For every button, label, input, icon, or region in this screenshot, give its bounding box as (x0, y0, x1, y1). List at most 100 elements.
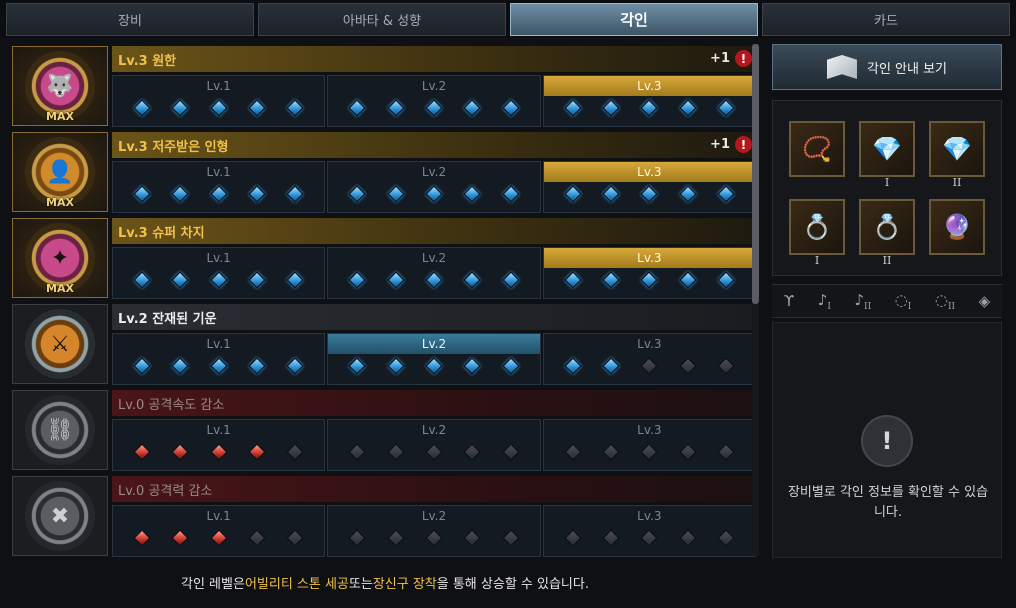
empty-gem-icon (387, 443, 405, 461)
blue-gem-icon (387, 357, 405, 375)
level-box: Lv.3 (542, 161, 756, 213)
alert-icon[interactable]: ! (735, 136, 752, 153)
filter-glyph: ◌ (894, 290, 908, 309)
engraving-row[interactable]: ⚔ Lv.2 잔재된 기운 Lv.1 Lv.2 Lv.3 (8, 302, 760, 386)
blue-gem-icon (717, 99, 735, 117)
filter-number: II (864, 301, 872, 312)
attack-power-down-icon: ✖ (25, 481, 95, 551)
empty-gem-icon (679, 529, 697, 547)
engraving-icon-frame: ✦ MAX (12, 218, 108, 298)
ability-stone-icon[interactable]: 🔮 (929, 199, 985, 255)
info-text: 장비별로 각인 정보를 확인할 수 있습니다. (787, 485, 989, 520)
engraving-row[interactable]: ✦ MAX Lv.3 슈퍼 차지 Lv.1 Lv.2 Lv.3 (8, 216, 760, 300)
empty-gem-icon (248, 529, 266, 547)
blue-gem-icon (133, 185, 151, 203)
tab-avatar-personality[interactable]: 아바타 & 성향 (258, 3, 506, 36)
slot-number: I (884, 176, 890, 189)
gem-row (544, 357, 755, 375)
red-gem-icon (171, 529, 189, 547)
necklace-icon[interactable]: 📿 (789, 121, 845, 177)
scrollbar-thumb[interactable] (752, 44, 759, 304)
list-scrollbar[interactable] (752, 44, 759, 556)
blue-gem-icon (602, 185, 620, 203)
ring-filter-icon[interactable]: ◌II (935, 291, 955, 312)
engraving-guide-button[interactable]: 각인 안내 보기 (772, 44, 1002, 90)
engraving-title-bar: Lv.2 잔재된 기운 (112, 304, 756, 330)
blue-gem-icon (425, 185, 443, 203)
blue-gem-icon (248, 357, 266, 375)
gem-row (113, 357, 324, 375)
earring-filter-icon[interactable]: ♪I (818, 291, 831, 312)
engraving-glyph: ✖ (50, 503, 70, 529)
blue-gem-icon (348, 271, 366, 289)
empty-gem-icon (463, 443, 481, 461)
ring-icon[interactable]: 💍 I (789, 199, 845, 267)
engraving-row[interactable]: ⛓ Lv.0 공격속도 감소 Lv.1 Lv.2 Lv.3 (8, 388, 760, 472)
slot-glyph: 💍 (872, 213, 902, 241)
tab-engraving[interactable]: 각인 (510, 3, 758, 36)
engraving-list[interactable]: 🐺 MAX Lv.3 원한 +1! Lv.1 Lv.2 Lv.3 👤 MAX Lv.3 저주받은 … (8, 44, 760, 562)
red-gem-icon (210, 443, 228, 461)
empty-gem-icon (564, 443, 582, 461)
earring-icon[interactable]: 💎 II (929, 121, 985, 189)
empty-gem-icon (717, 443, 735, 461)
gem-row (544, 271, 755, 289)
gem-row (544, 443, 755, 461)
alert-icon[interactable]: ! (735, 50, 752, 67)
bonus-count: +1 (710, 137, 730, 152)
engraving-icon-frame: 🐺 MAX (12, 46, 108, 126)
engraving-row[interactable]: 🐺 MAX Lv.3 원한 +1! Lv.1 Lv.2 Lv.3 (8, 44, 760, 128)
engraving-row[interactable]: 👤 MAX Lv.3 저주받은 인형 +1! Lv.1 Lv.2 Lv.3 (8, 130, 760, 214)
engraving-title-bar: Lv.3 슈퍼 차지 (112, 218, 756, 244)
empty-gem-icon (640, 357, 658, 375)
level-box: Lv.1 (112, 75, 326, 127)
tab-card[interactable]: 카드 (762, 3, 1010, 36)
ring-filter-icon[interactable]: ◌I (895, 291, 912, 312)
filter-number: I (907, 301, 912, 312)
blue-gem-icon (425, 271, 443, 289)
engraving-row[interactable]: ✖ Lv.0 공격력 감소 Lv.1 Lv.2 Lv.3 (8, 474, 760, 558)
blue-gem-icon (602, 357, 620, 375)
level-track: Lv.1 Lv.2 Lv.3 (112, 333, 756, 385)
level-label: Lv.1 (206, 337, 231, 351)
blue-gem-icon (679, 185, 697, 203)
level-label: Lv.2 (421, 509, 447, 523)
level-track: Lv.1 Lv.2 Lv.3 (112, 419, 756, 471)
level-label: Lv.2 (328, 334, 540, 354)
blue-gem-icon (387, 99, 405, 117)
level-track: Lv.1 Lv.2 Lv.3 (112, 505, 756, 557)
level-label: Lv.2 (421, 423, 447, 437)
earring-icon[interactable]: 💎 I (859, 121, 915, 189)
level-label: Lv.1 (206, 251, 231, 265)
blue-gem-icon (286, 99, 304, 117)
blue-gem-icon (171, 99, 189, 117)
level-box: Lv.1 (112, 505, 326, 557)
necklace-filter-icon[interactable]: ϒ (784, 292, 794, 310)
engraving-glyph: ⚔ (50, 331, 70, 357)
level-box: Lv.3 (542, 333, 756, 385)
gem-row (328, 357, 539, 375)
slot-glyph: 💎 (942, 135, 972, 163)
earring-filter-icon[interactable]: ♪II (854, 291, 871, 312)
engraving-title-bar: Lv.0 공격력 감소 (112, 476, 756, 502)
empty-gem-icon (502, 529, 520, 547)
empty-gem-icon (425, 529, 443, 547)
level-box: Lv.2 (327, 419, 541, 471)
tab-equipment[interactable]: 장비 (6, 3, 254, 36)
slot-glyph: 📿 (802, 135, 832, 163)
equipment-info-panel: ! 장비별로 각인 정보를 확인할 수 있습니다. (772, 322, 1002, 558)
red-gem-icon (171, 443, 189, 461)
max-label: MAX (46, 196, 74, 209)
empty-gem-icon (640, 529, 658, 547)
level-label: Lv.1 (206, 79, 231, 93)
remnant-energy-icon: ⚔ (25, 309, 95, 379)
gem-row (113, 443, 324, 461)
stone-filter-icon[interactable]: ◈ (979, 292, 991, 310)
info-icon: ! (861, 415, 913, 467)
level-label: Lv.1 (206, 423, 231, 437)
slot-number: II (882, 254, 892, 267)
equipment-filter-bar: ϒ ♪I ♪II ◌I ◌II ◈ (772, 284, 1002, 318)
level-label: Lv.3 (637, 337, 662, 351)
ring-icon[interactable]: 💍 II (859, 199, 915, 267)
blue-gem-icon (602, 271, 620, 289)
